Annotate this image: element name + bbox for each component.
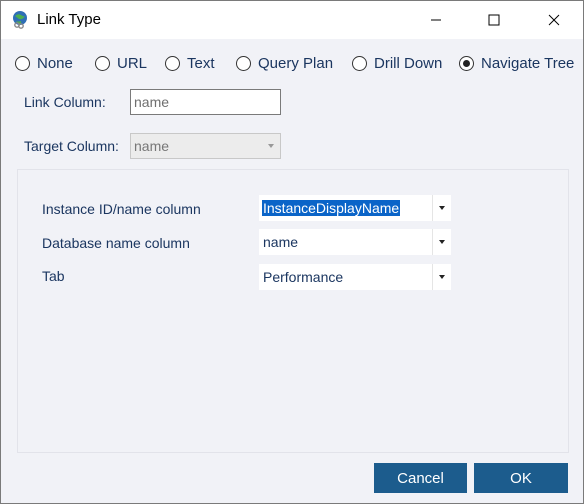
dialog-content: None URL Text Query Plan Drill Down Navi… (1, 39, 583, 503)
link-type-dialog: Link Type None URL Text Query Plan Drill… (0, 0, 584, 504)
navigate-tree-panel: Instance ID/name column InstanceDisplayN… (17, 169, 569, 453)
radio-circle[interactable] (236, 55, 251, 71)
app-icon (13, 11, 27, 29)
target-column-combo: name (130, 133, 281, 159)
target-column-label: Target Column: (24, 138, 119, 154)
radio-circle[interactable] (165, 55, 180, 71)
title-bar: Link Type (1, 1, 583, 39)
dropdown-arrow-icon[interactable] (432, 264, 451, 290)
maximize-icon (488, 14, 500, 26)
ok-button[interactable]: OK (474, 463, 568, 493)
minimize-icon (431, 19, 441, 21)
database-column-dropdown[interactable]: name (259, 229, 451, 255)
radio-text[interactable]: Text (165, 52, 215, 74)
radio-label: Navigate Tree (481, 54, 575, 72)
close-icon (548, 14, 560, 26)
radio-url[interactable]: URL (95, 52, 147, 74)
window-title: Link Type (37, 11, 101, 28)
database-column-value: name (263, 234, 299, 250)
radio-none[interactable]: None (15, 52, 73, 74)
cancel-button[interactable]: Cancel (374, 463, 467, 493)
radio-label: None (37, 54, 73, 72)
radio-label: URL (117, 54, 148, 72)
tab-value: Performance (263, 269, 344, 285)
dropdown-arrow-icon[interactable] (432, 195, 451, 221)
maximize-button[interactable] (471, 1, 517, 39)
link-column-input[interactable]: name (130, 89, 281, 115)
radio-drill-down[interactable]: Drill Down (352, 52, 442, 74)
tab-dropdown[interactable]: Performance (259, 264, 451, 290)
radio-navigate-tree[interactable]: Navigate Tree (459, 52, 574, 74)
minimize-button[interactable] (413, 1, 459, 39)
dropdown-arrow-icon (268, 144, 274, 148)
radio-query-plan[interactable]: Query Plan (236, 52, 333, 74)
target-column-value: name (134, 138, 170, 154)
radio-label: Drill Down (374, 54, 443, 72)
radio-circle-checked[interactable] (459, 55, 474, 71)
database-column-label: Database name column (42, 235, 190, 251)
tab-label: Tab (42, 268, 65, 284)
radio-circle[interactable] (15, 55, 30, 71)
dropdown-arrow-icon[interactable] (432, 229, 451, 255)
radio-circle[interactable] (352, 55, 367, 71)
radio-label: Text (187, 54, 215, 72)
instance-column-value: InstanceDisplayName (262, 200, 401, 216)
radio-circle[interactable] (95, 55, 110, 71)
link-column-label: Link Column: (24, 94, 106, 110)
radio-label: Query Plan (258, 54, 334, 72)
close-button[interactable] (531, 1, 577, 39)
instance-column-label: Instance ID/name column (42, 201, 201, 217)
instance-column-dropdown[interactable]: InstanceDisplayName (259, 195, 451, 221)
